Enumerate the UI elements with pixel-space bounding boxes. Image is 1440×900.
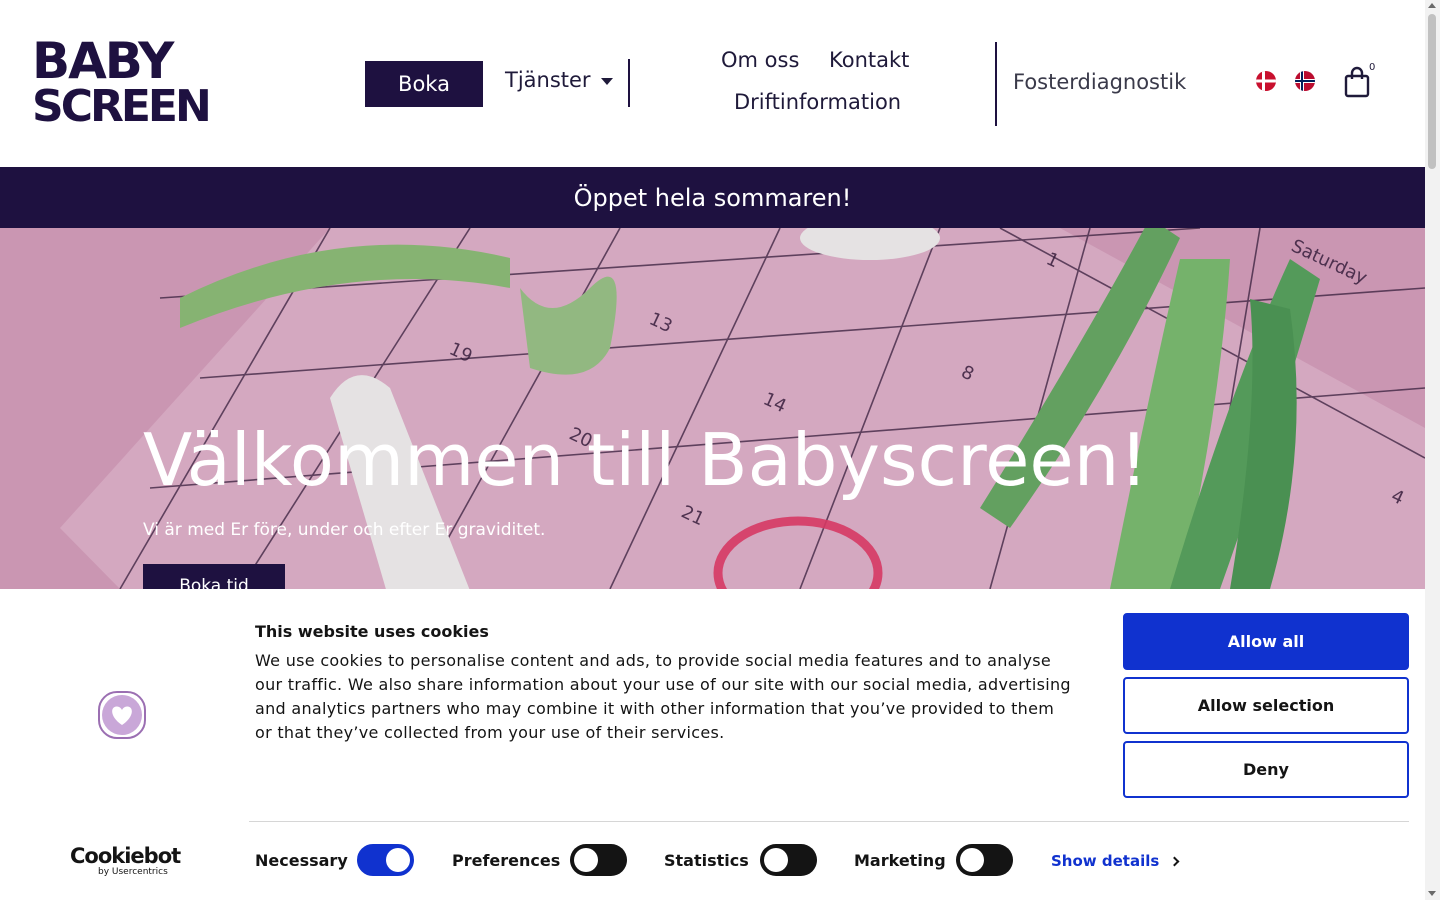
toggle-marketing[interactable] <box>956 844 1013 876</box>
nav-om-oss[interactable]: Om oss <box>721 48 799 72</box>
logo-line-2: SCREEN <box>32 81 212 132</box>
cookie-divider <box>249 821 1409 822</box>
nav-fosterdiagnostik[interactable]: Fosterdiagnostik <box>1013 70 1186 94</box>
toggle-statistics[interactable] <box>760 844 817 876</box>
babyscreen-logo[interactable]: BABY SCREEN <box>32 32 212 134</box>
cookiebot-by-usercentrics: by Usercentrics <box>98 867 168 877</box>
toggle-knob <box>960 848 984 872</box>
danish-flag-icon[interactable] <box>1256 71 1276 91</box>
site-header: BABY SCREEN Boka Tjänster Om oss Kontakt… <box>0 0 1425 167</box>
allow-selection-button[interactable]: Allow selection <box>1123 677 1409 734</box>
cookiebot-brand: Cookiebot <box>70 844 181 868</box>
nav-tjanster[interactable]: Tjänster <box>505 68 613 92</box>
chevron-right-icon <box>1169 856 1180 866</box>
deny-button[interactable]: Deny <box>1123 741 1409 798</box>
cookiebot-logo[interactable]: Cookiebot by Usercentrics <box>70 844 181 877</box>
banner-text: Öppet hela sommaren! <box>573 183 852 212</box>
cookiebot-heart-icon <box>98 691 146 739</box>
toggle-necessary[interactable] <box>357 844 414 876</box>
nav-divider <box>995 42 997 126</box>
announcement-banner: Öppet hela sommaren! <box>0 167 1425 228</box>
hero-title: Välkommen till Babyscreen! <box>143 418 1149 502</box>
toggle-knob <box>574 848 598 872</box>
shopping-bag-icon[interactable] <box>1343 66 1371 98</box>
cookie-consent-dialog: This website uses cookies We use cookies… <box>0 589 1425 900</box>
scroll-down-arrow-icon[interactable] <box>1428 891 1436 896</box>
logo-line-1: BABY <box>32 32 174 90</box>
boka-button[interactable]: Boka <box>365 61 483 107</box>
scroll-up-arrow-icon[interactable] <box>1428 3 1436 8</box>
toggle-label-statistics: Statistics <box>664 851 749 870</box>
toggle-preferences[interactable] <box>570 844 627 876</box>
cart-count: 0 <box>1369 62 1376 73</box>
nav-tjanster-label: Tjänster <box>505 68 591 92</box>
toggle-label-necessary: Necessary <box>255 851 348 870</box>
scrollbar-thumb[interactable] <box>1428 14 1436 169</box>
show-details-link[interactable]: Show details <box>1051 852 1180 870</box>
page-scrollbar[interactable] <box>1425 0 1440 900</box>
hero-subtitle: Vi är med Er före, under och efter Er gr… <box>143 520 546 540</box>
boka-tid-button[interactable]: Boka tid <box>143 564 285 589</box>
nav-divider <box>628 59 630 107</box>
cookie-description: We use cookies to personalise content an… <box>255 651 1071 742</box>
nav-driftinformation[interactable]: Driftinformation <box>734 90 901 114</box>
allow-all-button[interactable]: Allow all <box>1123 613 1409 670</box>
cookie-title: This website uses cookies <box>255 622 489 641</box>
toggle-label-marketing: Marketing <box>854 851 946 870</box>
norwegian-flag-icon[interactable] <box>1295 71 1315 91</box>
caret-down-icon <box>600 77 613 85</box>
show-details-label: Show details <box>1051 852 1160 870</box>
toggle-knob <box>386 848 410 872</box>
hero-section: 19 13 20 14 21 8 1 Saturday 3 4 Välkomme… <box>0 228 1425 589</box>
nav-kontakt[interactable]: Kontakt <box>829 48 909 72</box>
toggle-label-preferences: Preferences <box>452 851 561 870</box>
toggle-knob <box>764 848 788 872</box>
